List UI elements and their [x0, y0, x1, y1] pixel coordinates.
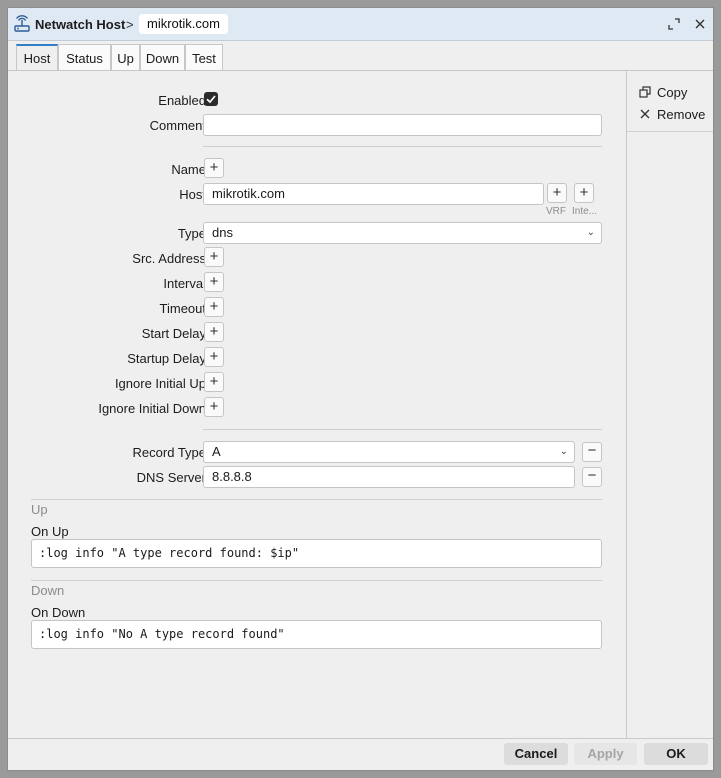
add-interface-button[interactable]: + [574, 183, 594, 203]
add-src-address-button[interactable]: + [204, 247, 224, 267]
tab-status[interactable]: Status [58, 44, 111, 71]
ignore-initial-up-label: Ignore Initial Up [114, 376, 206, 391]
add-ignore-initial-up-button[interactable]: + [204, 372, 224, 392]
close-icon[interactable] [692, 16, 708, 32]
netwatch-icon [13, 15, 31, 33]
form-panel: Enabled Comment Name + Host mikrotik.com… [8, 71, 626, 739]
window-title: Netwatch Host [35, 17, 126, 32]
chevron-down-icon: ⌄ [586, 227, 595, 238]
remove-icon [639, 107, 653, 125]
remove-dns-server-button[interactable]: − [582, 467, 602, 487]
timeout-label: Timeout [159, 301, 206, 316]
tab-test[interactable]: Test [185, 44, 223, 71]
enabled-checkbox[interactable] [204, 92, 218, 106]
dns-server-input[interactable]: 8.8.8.8 [203, 466, 575, 488]
comment-input[interactable] [203, 114, 602, 136]
check-icon [206, 95, 216, 104]
add-vrf-button[interactable]: + [547, 183, 567, 203]
type-select[interactable]: dns ⌄ [203, 222, 602, 244]
startup-delay-label: Startup Delay [127, 351, 206, 366]
comment-label: Comment [149, 118, 206, 133]
start-delay-label: Start Delay [141, 326, 206, 341]
ok-button[interactable]: OK [644, 743, 708, 765]
record-type-value: A [212, 444, 221, 459]
enabled-label: Enabled [158, 93, 206, 108]
vrf-label: VRF [546, 206, 566, 217]
type-label: Type [177, 226, 206, 241]
copy-icon [639, 85, 653, 103]
actions-sidebar: Copy Remove [626, 71, 713, 739]
ignore-initial-down-label: Ignore Initial Down [98, 401, 206, 416]
dns-server-label: DNS Server [136, 470, 206, 485]
netwatch-host-window: Netwatch Host > mikrotik.com Host Status… [7, 7, 714, 771]
src-address-label: Src. Address [132, 251, 206, 266]
on-up-label: On Up [31, 524, 69, 539]
add-startup-delay-button[interactable]: + [204, 347, 224, 367]
chevron-down-icon: ⌄ [559, 446, 568, 457]
record-type-label: Record Type [132, 445, 206, 460]
divider [31, 580, 602, 581]
host-input[interactable]: mikrotik.com [203, 183, 544, 205]
copy-button[interactable]: Copy [639, 84, 687, 102]
name-label: Name [171, 162, 206, 177]
divider [31, 499, 602, 500]
tab-host[interactable]: Host [16, 44, 58, 71]
add-start-delay-button[interactable]: + [204, 322, 224, 342]
apply-button[interactable]: Apply [574, 743, 637, 765]
maximize-icon[interactable] [666, 16, 682, 32]
add-ignore-initial-down-button[interactable]: + [204, 397, 224, 417]
down-section-title: Down [31, 583, 65, 598]
cancel-button[interactable]: Cancel [504, 743, 568, 765]
on-down-script-input[interactable]: :log info "No A type record found" [31, 620, 602, 649]
up-section-title: Up [31, 502, 48, 517]
interface-label: Inte... [572, 206, 598, 217]
record-type-select[interactable]: A ⌄ [203, 441, 575, 463]
host-label: Host [179, 187, 206, 202]
divider [203, 429, 602, 430]
dialog-footer: Cancel Apply OK [8, 738, 713, 770]
add-timeout-button[interactable]: + [204, 297, 224, 317]
remove-record-type-button[interactable]: − [582, 442, 602, 462]
sidebar-divider [627, 131, 713, 132]
tab-up[interactable]: Up [111, 44, 140, 71]
on-up-script-input[interactable]: :log info "A type record found: $ip" [31, 539, 602, 568]
copy-label: Copy [657, 85, 688, 100]
titlebar: Netwatch Host > mikrotik.com [8, 8, 713, 41]
breadcrumb-item[interactable]: mikrotik.com [139, 14, 228, 34]
type-value: dns [212, 225, 233, 240]
add-name-button[interactable]: + [204, 158, 224, 178]
remove-label: Remove [657, 107, 706, 122]
add-interval-button[interactable]: + [204, 272, 224, 292]
tab-down[interactable]: Down [140, 44, 185, 71]
divider [203, 146, 602, 147]
breadcrumb-separator: > [126, 17, 134, 32]
remove-button[interactable]: Remove [639, 106, 705, 124]
on-down-label: On Down [31, 605, 86, 620]
interval-label: Interval [163, 276, 206, 291]
